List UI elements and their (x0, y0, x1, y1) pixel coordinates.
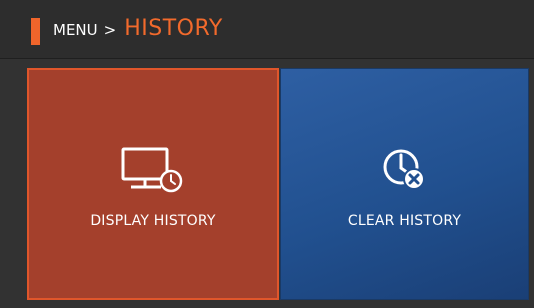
monitor-clock-icon (117, 139, 189, 197)
clear-history-label: CLEAR HISTORY (347, 213, 462, 229)
header-accent-bar (31, 18, 40, 45)
breadcrumb-separator: > (103, 21, 117, 39)
page-title: HISTORY (124, 16, 223, 41)
clock-clear-icon (369, 139, 441, 197)
breadcrumb-menu-link[interactable]: MENU (53, 21, 98, 39)
history-screen: MENU > HISTORY DISPLAY HISTORY CLEAR HIS… (0, 0, 534, 308)
display-history-button[interactable]: DISPLAY HISTORY (27, 68, 279, 300)
breadcrumb: MENU > HISTORY (53, 16, 223, 48)
header-bar: MENU > HISTORY (0, 0, 534, 59)
display-history-label: DISPLAY HISTORY (90, 213, 216, 229)
clear-history-button[interactable]: CLEAR HISTORY (280, 68, 529, 300)
